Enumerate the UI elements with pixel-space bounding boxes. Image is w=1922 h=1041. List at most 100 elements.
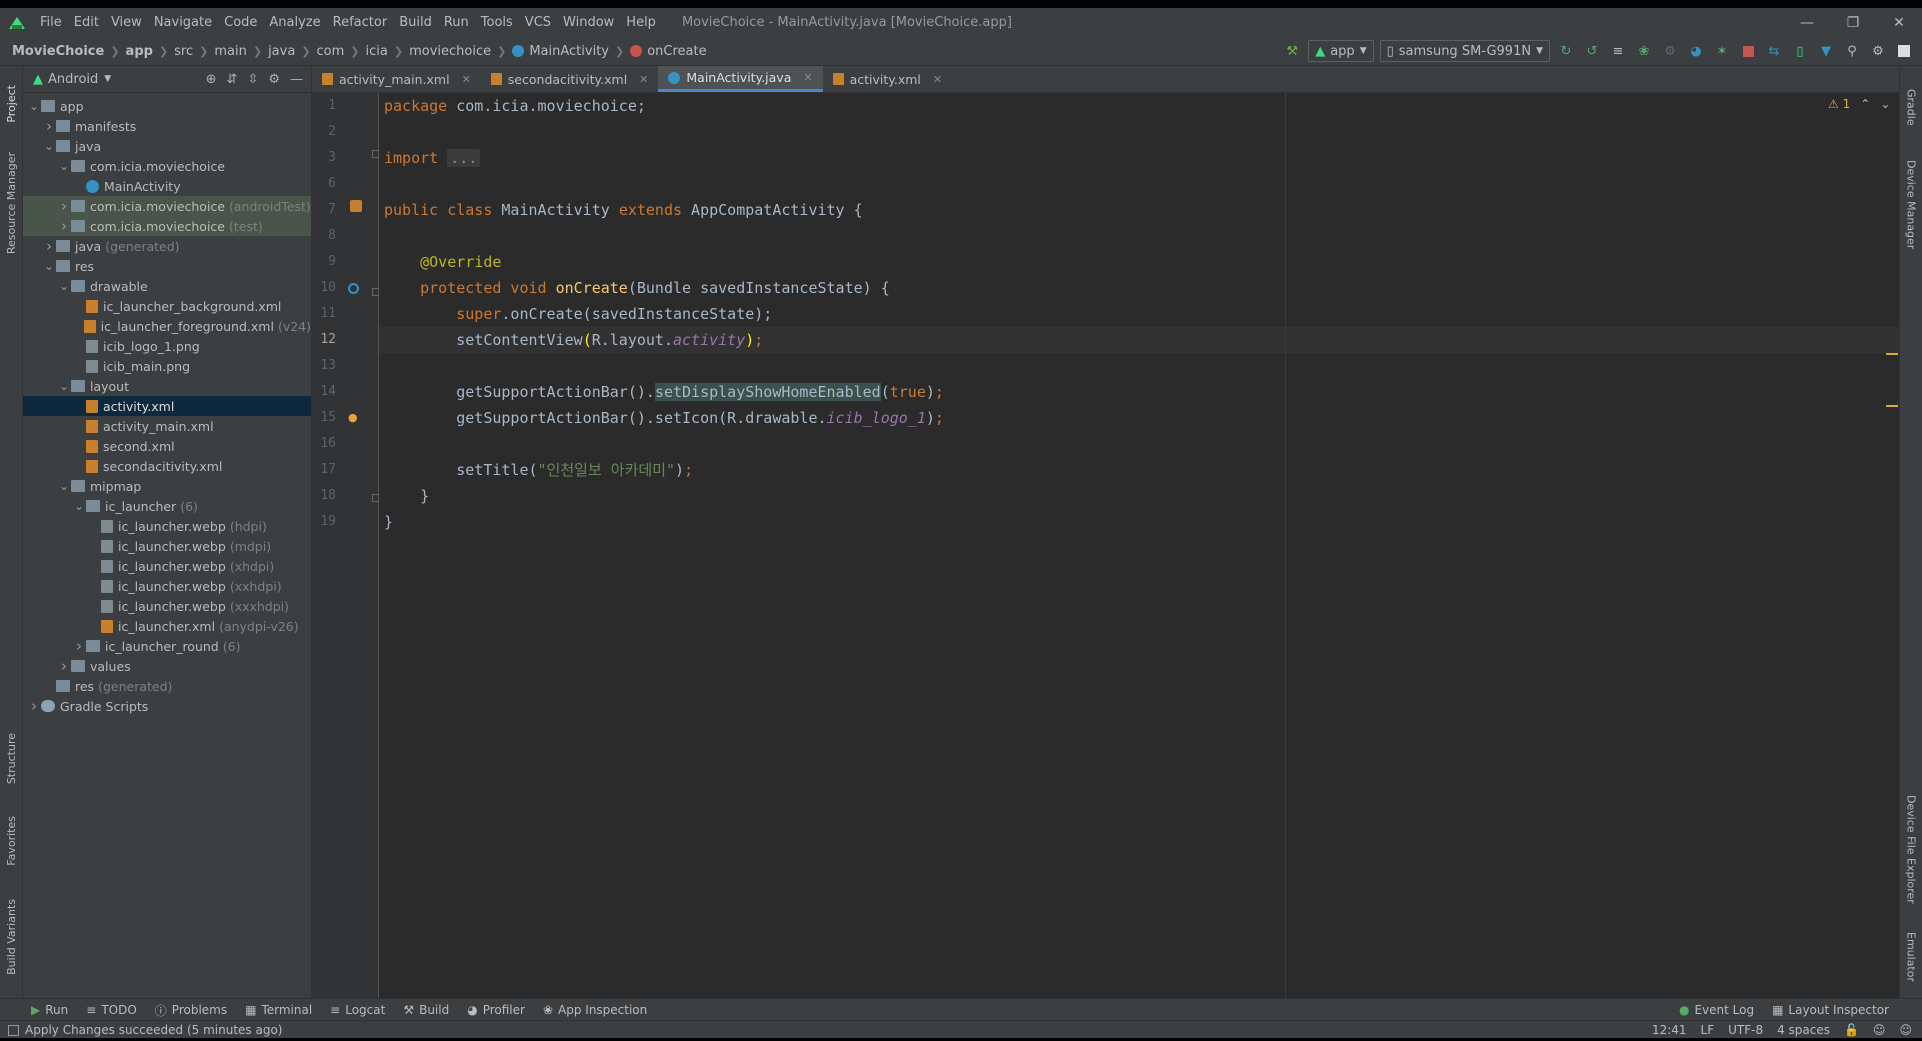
tree-item[interactable]: ic_launcher.xml (anydpi-v26) — [23, 616, 311, 636]
tree-item[interactable]: icib_main.png — [23, 356, 311, 376]
terminal-tool-button[interactable]: ▦ Terminal — [236, 1003, 321, 1017]
run-class-gutter-icon[interactable] — [350, 200, 362, 212]
indent-setting[interactable]: 4 spaces — [1777, 1023, 1830, 1037]
file-encoding[interactable]: UTF-8 — [1728, 1023, 1763, 1037]
code-line[interactable]: setTitle("인천일보 아카데미"); — [384, 457, 693, 483]
editor-tab[interactable]: activity_main.xml ✕ — [312, 66, 481, 92]
tree-item[interactable]: ic_launcher.webp (hdpi) — [23, 516, 311, 536]
tree-item[interactable]: ic_launcher.webp (xxhdpi) — [23, 576, 311, 596]
device-manager-tool-tab[interactable]: Device Manager — [1900, 150, 1922, 260]
device-manager-icon[interactable]: ▯ — [1790, 41, 1810, 61]
tree-item[interactable]: ⌄ mipmap — [23, 476, 311, 496]
sync-gradle-icon[interactable]: ⇆ — [1764, 41, 1784, 61]
profiler-tool-button[interactable]: ◕ Profiler — [458, 1003, 534, 1017]
project-view-select[interactable]: Android — [48, 72, 98, 87]
menu-edit[interactable]: Edit — [68, 15, 105, 30]
tree-item[interactable]: › com.icia.moviechoice (test) — [23, 216, 311, 236]
feedback-icon[interactable]: ☺ — [1899, 1023, 1912, 1037]
account-icon[interactable] — [1894, 41, 1914, 61]
tree-item[interactable]: ic_launcher_background.xml — [23, 296, 311, 316]
bulb-gutter-icon[interactable]: ● — [348, 411, 358, 424]
minimize-icon[interactable]: — — [1784, 8, 1830, 37]
menu-run[interactable]: Run — [438, 15, 475, 30]
resource-manager-tool-tab[interactable]: Resource Manager — [0, 148, 22, 258]
tree-item[interactable]: res (generated) — [23, 676, 311, 696]
problems-tool-button[interactable]: ⓘ Problems — [146, 1002, 236, 1019]
attach-debugger-icon[interactable]: ✶ — [1712, 41, 1732, 61]
make-project-hammer-icon[interactable]: ⚒ — [1282, 41, 1302, 61]
breadcrumb-item[interactable]: MainActivity — [512, 44, 609, 59]
favorites-tool-tab[interactable]: Favorites — [0, 804, 22, 878]
tree-item[interactable]: ic_launcher.webp (mdpi) — [23, 536, 311, 556]
chevron-down-icon[interactable]: ⌄ — [42, 259, 56, 273]
chevron-down-icon[interactable]: ⌄ — [72, 499, 86, 513]
tree-item[interactable]: icib_logo_1.png — [23, 336, 311, 356]
gear-icon[interactable]: ⚙ — [268, 72, 280, 87]
apply-code-changes-icon[interactable]: ↺ — [1582, 41, 1602, 61]
breadcrumb-item[interactable]: MovieChoice — [12, 44, 104, 59]
breadcrumb-item[interactable]: moviechoice — [409, 44, 491, 59]
chevron-down-icon[interactable]: ⌄ — [27, 99, 41, 113]
collapse-all-icon[interactable]: ⇳ — [247, 72, 258, 87]
layout-inspector-tool-button[interactable]: ▦ Layout Inspector — [1763, 1003, 1898, 1017]
structure-tool-tab[interactable]: Structure — [0, 724, 22, 794]
coverage-icon[interactable]: ⚙ — [1660, 41, 1680, 61]
menu-refactor[interactable]: Refactor — [327, 15, 394, 30]
apply-changes-restart-icon[interactable]: ↻ — [1556, 41, 1576, 61]
chevron-right-icon[interactable]: › — [27, 697, 41, 715]
close-tab-icon[interactable]: ✕ — [462, 73, 471, 86]
run-config-select[interactable]: ▲ app ▼ — [1308, 40, 1374, 62]
editor-tab[interactable]: secondacitivity.xml ✕ — [481, 66, 659, 92]
menu-code[interactable]: Code — [218, 15, 263, 30]
device-select[interactable]: ▯ samsung SM-G991N ▼ — [1379, 40, 1550, 62]
smiley-icon[interactable]: ☺ — [1873, 1023, 1886, 1037]
inspection-widget[interactable]: ⚠ 1 ⌃ ⌄ — [1828, 97, 1890, 111]
code-line[interactable]: package com.icia.moviechoice; — [384, 93, 646, 119]
breadcrumb-item[interactable]: java — [268, 44, 295, 59]
project-tool-tab[interactable]: Project — [0, 72, 22, 136]
device-file-explorer-tool-tab[interactable]: Device File Explorer — [1900, 784, 1922, 914]
expand-all-icon[interactable]: ⇵ — [227, 72, 238, 87]
settings-gear-icon[interactable]: ⚙ — [1868, 41, 1888, 61]
status-toggle-icon[interactable] — [8, 1024, 19, 1036]
sdk-manager-icon[interactable]: ▼ — [1816, 41, 1836, 61]
tree-item[interactable]: ⌄ app — [23, 96, 311, 116]
chevron-down-icon[interactable]: ⌄ — [57, 379, 71, 393]
tree-item[interactable]: › java (generated) — [23, 236, 311, 256]
lock-icon[interactable]: 🔓 — [1844, 1023, 1859, 1037]
tree-item[interactable]: ic_launcher.webp (xhdpi) — [23, 556, 311, 576]
hide-icon[interactable]: — — [290, 72, 303, 87]
emulator-tool-tab[interactable]: Emulator — [1900, 922, 1922, 992]
chevron-right-icon[interactable]: › — [57, 197, 71, 215]
build-variants-tool-tab[interactable]: Build Variants — [0, 892, 22, 982]
tree-item[interactable]: ⌄ res — [23, 256, 311, 276]
override-gutter-icon[interactable] — [348, 283, 359, 294]
chevron-down-icon[interactable]: ▼ — [104, 74, 111, 84]
code-line[interactable]: @Override — [384, 249, 501, 275]
breadcrumb-item[interactable]: app — [126, 44, 153, 59]
code-line[interactable]: } — [384, 483, 429, 509]
menu-navigate[interactable]: Navigate — [148, 15, 218, 30]
locate-target-icon[interactable]: ⊕ — [206, 72, 217, 87]
menu-tools[interactable]: Tools — [475, 15, 519, 30]
gradle-tool-tab[interactable]: Gradle — [1900, 72, 1922, 142]
search-icon[interactable]: ⚲ — [1842, 41, 1862, 61]
code-line[interactable]: setContentView(R.layout.activity); — [384, 327, 763, 353]
debug-icon[interactable]: ❀ — [1634, 41, 1654, 61]
tree-item[interactable]: ⌄ com.icia.moviechoice — [23, 156, 311, 176]
code-editor[interactable]: package com.icia.moviechoice; import ... p… — [379, 93, 1900, 998]
chevron-down-icon[interactable]: ⌄ — [57, 279, 71, 293]
code-line[interactable]: import ... — [384, 145, 481, 171]
menu-build[interactable]: Build — [393, 15, 438, 30]
tree-item[interactable]: › values — [23, 656, 311, 676]
code-line[interactable]: } — [384, 509, 393, 535]
close-tab-icon[interactable]: ✕ — [803, 71, 812, 84]
tree-item[interactable]: › com.icia.moviechoice (androidTest) — [23, 196, 311, 216]
stop-icon[interactable] — [1738, 41, 1758, 61]
tree-item[interactable]: ⌄ java — [23, 136, 311, 156]
breadcrumb-item[interactable]: main — [214, 44, 246, 59]
tree-item[interactable]: activity.xml — [23, 396, 311, 416]
logcat-tool-button[interactable]: ≡ Logcat — [321, 1003, 394, 1017]
code-line[interactable]: protected void onCreate(Bundle savedInst… — [384, 275, 890, 301]
breadcrumb-item[interactable]: onCreate — [630, 44, 707, 59]
